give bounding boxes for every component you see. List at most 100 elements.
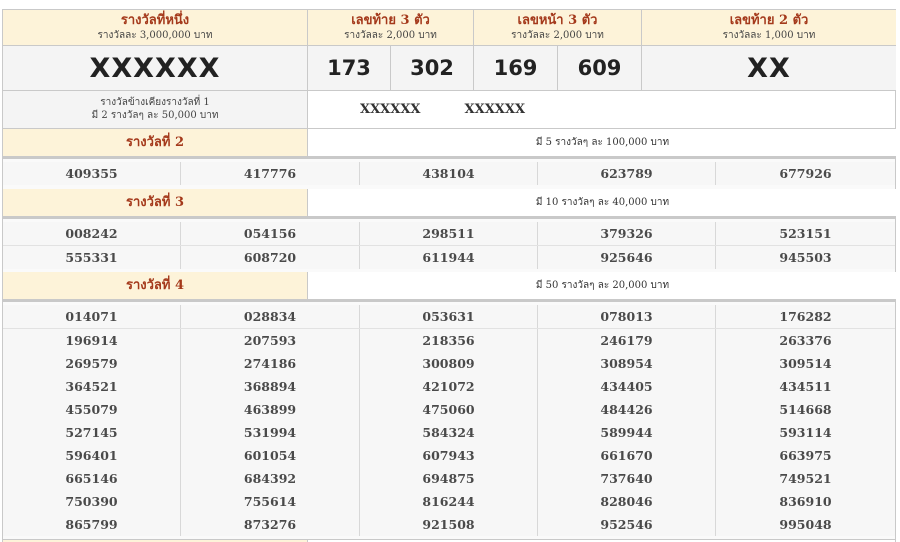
front3-header: เลขหน้า 3 ตัว รางวัลละ 2,000 บาท — [474, 10, 642, 45]
prize4-number-cell: 952546 — [538, 513, 716, 536]
near-first-prize-row: รางวัลข้างเคียงรางวัลที่ 1 มี 2 รางวัลๆ … — [2, 91, 896, 129]
prize4-number-cell: 527145 — [3, 421, 181, 444]
prize4-number-cell: 368894 — [181, 375, 360, 398]
last2-title: เลขท้าย 2 ตัว — [729, 13, 809, 28]
prize4-number-cell: 921508 — [360, 513, 538, 536]
table-row: 196914 207593 218356 246179 263376 — [3, 328, 895, 352]
first-prize-title: รางวัลที่หนึ่ง — [120, 13, 190, 28]
table-row: 364521 368894 421072 434405 434511 — [3, 374, 895, 398]
last3-number-2: 302 — [391, 46, 474, 90]
prize4-number-cell: 274186 — [181, 352, 360, 375]
table-row: 865799 873276 921508 952546 995048 — [3, 512, 895, 536]
last3-number-1: 173 — [308, 46, 391, 90]
prize4-number-cell: 828046 — [538, 490, 716, 513]
prize2-info: มี 5 รางวัลๆ ละ 100,000 บาท — [308, 129, 897, 156]
prize4-number-cell: 218356 — [360, 329, 538, 352]
table-row: 596401 601054 607943 661670 663975 — [3, 443, 895, 467]
prize4-number-cell: 865799 — [3, 513, 181, 536]
prize4-number-cell: 737640 — [538, 467, 716, 490]
prize3-number-cell: 611944 — [360, 246, 538, 269]
prize3-title: รางวัลที่ 3 — [3, 189, 308, 216]
prize4-number-cell: 995048 — [716, 513, 895, 536]
prize-header-row: รางวัลที่หนึ่ง รางวัลละ 3,000,000 บาท เล… — [2, 9, 896, 45]
table-row: 665146 684392 694875 737640 749521 — [3, 466, 895, 490]
prize2-header: รางวัลที่ 2 มี 5 รางวัลๆ ละ 100,000 บาท — [2, 129, 897, 157]
prize4-number-cell: 078013 — [538, 305, 716, 328]
prize3-info: มี 10 รางวัลๆ ละ 40,000 บาท — [308, 189, 897, 216]
prize4-number-cell: 364521 — [3, 375, 181, 398]
prize4-number-cell: 665146 — [3, 467, 181, 490]
prize4-number-cell: 684392 — [181, 467, 360, 490]
prize4-info: มี 50 รางวัลๆ ละ 20,000 บาท — [308, 272, 897, 299]
table-row: 527145 531994 584324 589944 593114 — [3, 420, 895, 444]
near-first-prize-number-2: XXXXXX — [464, 102, 526, 117]
prize4-number-cell: 601054 — [181, 444, 360, 467]
prize4-number-cell: 309514 — [716, 352, 895, 375]
prize2-number-cell: 438104 — [360, 162, 538, 185]
prize2-number-cell: 623789 — [538, 162, 716, 185]
prize4-number-cell: 514668 — [716, 398, 895, 421]
prize4-number-cell: 816244 — [360, 490, 538, 513]
prize3-number-cell: 379326 — [538, 222, 716, 245]
prize3-number-cell: 608720 — [181, 246, 360, 269]
front3-amount: รางวัลละ 2,000 บาท — [511, 30, 604, 41]
prize4-number-cell: 463899 — [181, 398, 360, 421]
first-prize-header: รางวัลที่หนึ่ง รางวัลละ 3,000,000 บาท — [3, 10, 308, 45]
lottery-results-table: รางวัลที่หนึ่ง รางวัลละ 3,000,000 บาท เล… — [2, 9, 897, 542]
prize4-numbers: 014071 028834 053631 078013 176282 196914 2075… — [2, 300, 896, 539]
prize4-number-cell: 749521 — [716, 467, 895, 490]
prize2-number-cell: 417776 — [181, 162, 360, 185]
prize3-number-cell: 054156 — [181, 222, 360, 245]
prize2-title: รางวัลที่ 2 — [3, 129, 308, 156]
prize4-number-cell: 475060 — [360, 398, 538, 421]
near-first-prize-number-1: XXXXXX — [360, 102, 421, 117]
prize2-number-cell: 409355 — [3, 162, 181, 185]
prize2-numbers: 409355 417776 438104 623789 677926 — [2, 157, 896, 189]
prize4-number-cell: 028834 — [181, 305, 360, 328]
prize4-number-cell: 434405 — [538, 375, 716, 398]
prize4-number-cell: 836910 — [716, 490, 895, 513]
prize4-number-cell: 269579 — [3, 352, 181, 375]
prize3-number-cell: 298511 — [360, 222, 538, 245]
prize4-number-cell: 589944 — [538, 421, 716, 444]
prize4-header: รางวัลที่ 4 มี 50 รางวัลๆ ละ 20,000 บาท — [2, 272, 897, 300]
prize4-number-cell: 484426 — [538, 398, 716, 421]
prize3-number-cell: 555331 — [3, 246, 181, 269]
prize4-number-cell: 663975 — [716, 444, 895, 467]
last2-number: XX — [642, 46, 896, 90]
last3-header: เลขท้าย 3 ตัว รางวัลละ 2,000 บาท — [308, 10, 474, 45]
prize4-number-cell: 246179 — [538, 329, 716, 352]
prize2-number-cell: 677926 — [716, 162, 895, 185]
last3-title: เลขท้าย 3 ตัว — [351, 13, 430, 28]
table-row: 008242 054156 298511 379326 523151 — [3, 222, 895, 245]
table-row: 455079 463899 475060 484426 514668 — [3, 397, 895, 421]
first-prize-number: XXXXXX — [3, 46, 308, 90]
winning-numbers-row: XXXXXX 173 302 169 609 XX — [2, 45, 896, 91]
prize4-number-cell: 207593 — [181, 329, 360, 352]
near-first-prize-label-line1: รางวัลข้างเคียงรางวัลที่ 1 — [100, 97, 210, 108]
prize4-number-cell: 593114 — [716, 421, 895, 444]
prize4-number-cell: 531994 — [181, 421, 360, 444]
prize3-number-cell: 925646 — [538, 246, 716, 269]
prize4-number-cell: 455079 — [3, 398, 181, 421]
front3-title: เลขหน้า 3 ตัว — [517, 13, 598, 28]
prize4-number-cell: 263376 — [716, 329, 895, 352]
last2-header: เลขท้าย 2 ตัว รางวัลละ 1,000 บาท — [642, 10, 896, 45]
prize4-number-cell: 434511 — [716, 375, 895, 398]
front3-number-1: 169 — [474, 46, 558, 90]
first-prize-amount: รางวัลละ 3,000,000 บาท — [97, 30, 213, 41]
prize4-number-cell: 873276 — [181, 513, 360, 536]
prize3-number-cell: 945503 — [716, 246, 895, 269]
last2-amount: รางวัลละ 1,000 บาท — [722, 30, 816, 41]
table-row: 269579 274186 300809 308954 309514 — [3, 351, 895, 375]
prize4-number-cell: 053631 — [360, 305, 538, 328]
near-first-prize-label-line2: มี 2 รางวัลๆ ละ 50,000 บาท — [91, 110, 219, 121]
prize4-number-cell: 196914 — [3, 329, 181, 352]
prize4-number-cell: 596401 — [3, 444, 181, 467]
prize4-number-cell: 308954 — [538, 352, 716, 375]
table-row: 409355 417776 438104 623789 677926 — [3, 162, 895, 185]
prize4-number-cell: 755614 — [181, 490, 360, 513]
prize3-number-cell: 523151 — [716, 222, 895, 245]
prize4-number-cell: 661670 — [538, 444, 716, 467]
prize3-header: รางวัลที่ 3 มี 10 รางวัลๆ ละ 40,000 บาท — [2, 189, 897, 217]
